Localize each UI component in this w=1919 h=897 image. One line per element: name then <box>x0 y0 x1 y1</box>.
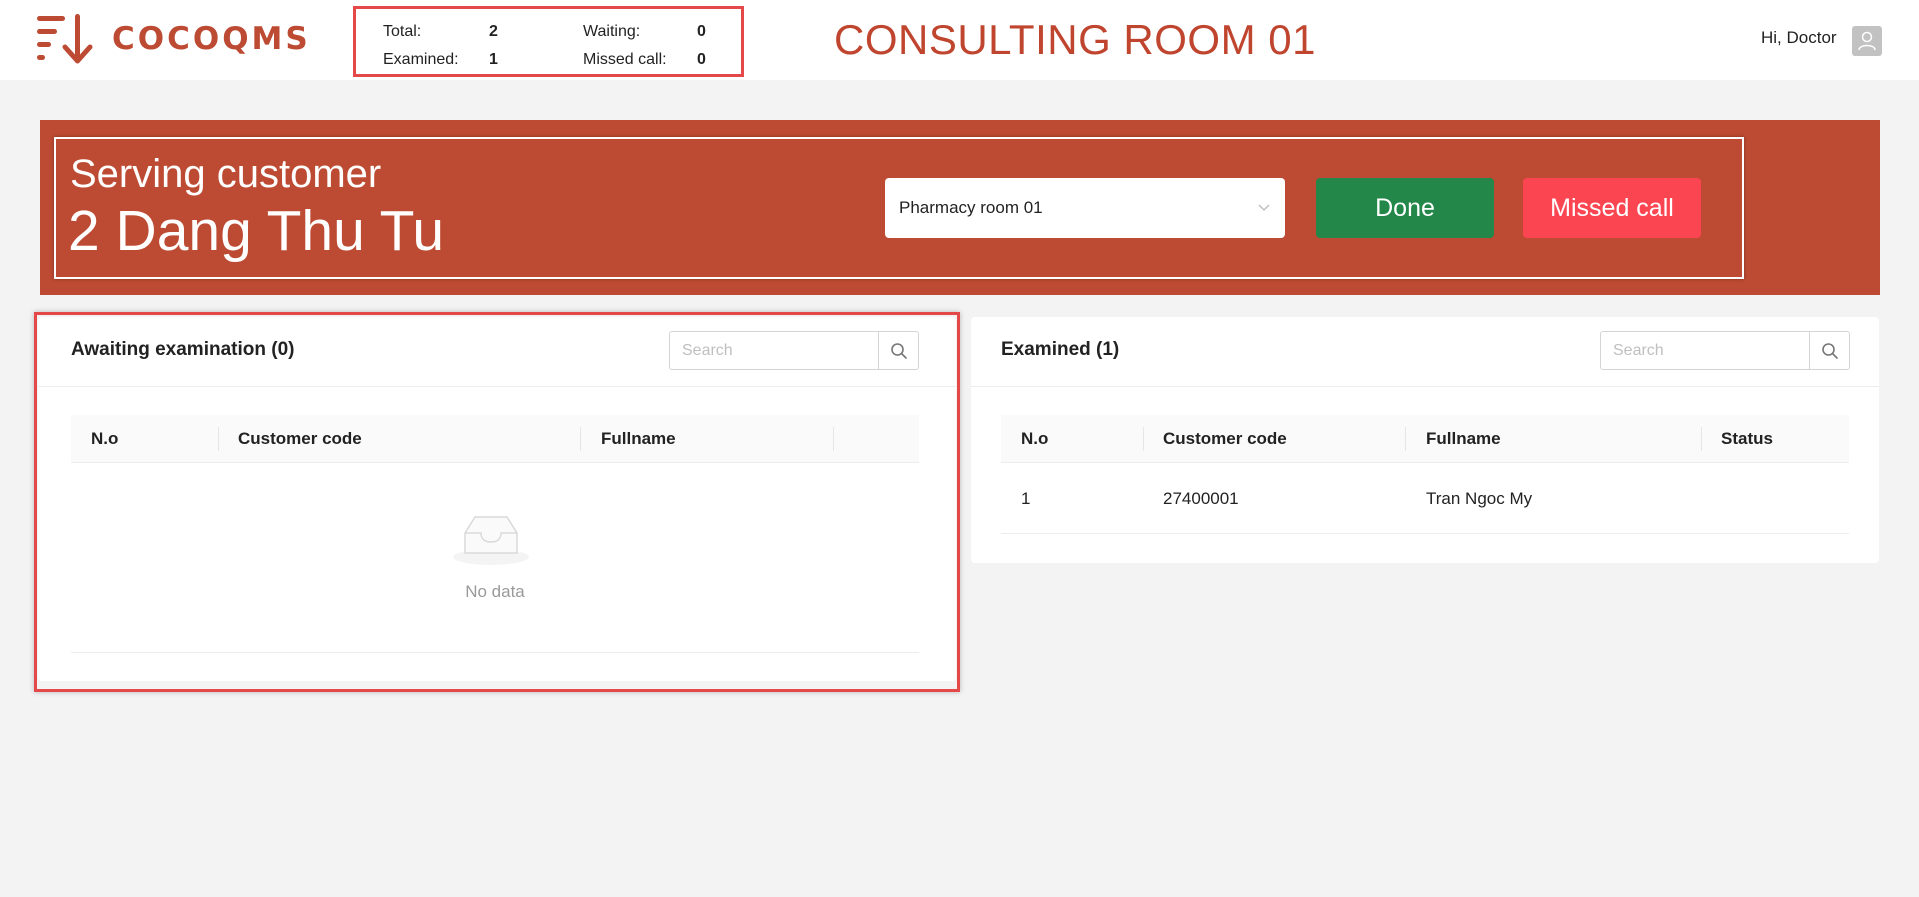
examined-panel: Examined (1) N.o Customer code Fullname … <box>971 317 1879 563</box>
examined-label: Examined: <box>383 51 459 68</box>
column-header-fullname: Fullname <box>1426 429 1501 448</box>
menu-arrow-logo-icon <box>37 14 93 64</box>
cell-no: 1 <box>1021 489 1031 508</box>
total-value: 2 <box>489 23 498 40</box>
examined-search-input[interactable] <box>1601 332 1811 369</box>
column-separator <box>1143 427 1144 451</box>
total-label: Total: <box>383 23 422 40</box>
column-header-customer-code: Customer code <box>1163 429 1287 448</box>
missed-call-value: 0 <box>697 51 706 68</box>
avatar[interactable] <box>1852 26 1882 56</box>
examined-search-button[interactable] <box>1809 332 1849 369</box>
waiting-value: 0 <box>697 23 706 40</box>
chevron-down-icon <box>1258 204 1270 212</box>
cell-fullname: Tran Ngoc My <box>1426 489 1533 508</box>
examined-search <box>1600 331 1850 370</box>
examined-panel-header: Examined (1) <box>971 317 1879 387</box>
examined-value: 1 <box>489 51 498 68</box>
serving-customer-name: 2 Dang Thu Tu <box>68 199 445 263</box>
top-header: COCOQMS Total: 2 Waiting: 0 Examined: 1 … <box>0 0 1919 80</box>
awaiting-panel-highlight <box>34 312 960 692</box>
page-title: CONSULTING ROOM 01 <box>834 16 1316 63</box>
serving-frame: Serving customer 2 Dang Thu Tu Pharmacy … <box>54 137 1744 279</box>
missed-call-button[interactable]: Missed call <box>1523 178 1701 238</box>
column-header-status: Status <box>1721 429 1773 448</box>
room-select-value: Pharmacy room 01 <box>899 198 1043 217</box>
user-greeting[interactable]: Hi, Doctor <box>1761 28 1837 48</box>
column-separator <box>1701 427 1702 451</box>
logo[interactable]: COCOQMS <box>37 14 311 64</box>
done-button[interactable]: Done <box>1316 178 1494 238</box>
examined-table: N.o Customer code Fullname Status 1 2740… <box>1001 415 1849 534</box>
transfer-room-select[interactable]: Pharmacy room 01 <box>885 178 1285 238</box>
serving-label: Serving customer <box>70 152 382 196</box>
column-separator <box>1405 427 1406 451</box>
column-header-no: N.o <box>1021 429 1049 448</box>
search-icon <box>1821 342 1838 359</box>
table-row[interactable]: 1 27400001 Tran Ngoc My <box>1001 463 1849 534</box>
missed-call-label: Missed call: <box>583 51 667 68</box>
serving-banner: Serving customer 2 Dang Thu Tu Pharmacy … <box>40 120 1880 295</box>
examined-title: Examined (1) <box>1001 339 1120 360</box>
examined-table-header: N.o Customer code Fullname Status <box>1001 415 1849 463</box>
cell-customer-code: 27400001 <box>1163 489 1239 508</box>
logo-text: COCOQMS <box>112 21 311 57</box>
waiting-label: Waiting: <box>583 23 641 40</box>
user-icon <box>1858 31 1876 51</box>
queue-stats-box: Total: 2 Waiting: 0 Examined: 1 Missed c… <box>353 6 744 77</box>
